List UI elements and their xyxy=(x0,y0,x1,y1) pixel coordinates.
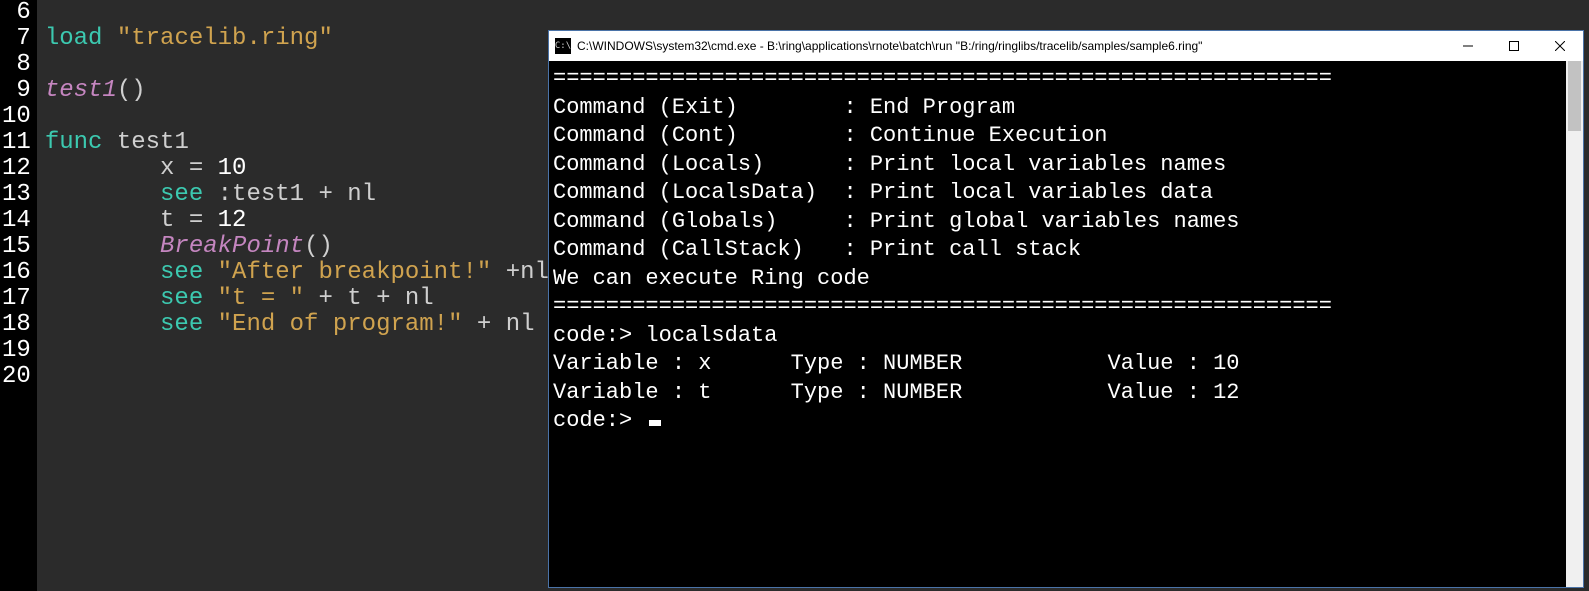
line-number: 9 xyxy=(2,78,31,104)
terminal-line: Command (LocalsData) : Print local varia… xyxy=(553,179,1566,208)
line-number: 14 xyxy=(2,208,31,234)
terminal-line: Command (Exit) : End Program xyxy=(553,94,1566,123)
line-number: 18 xyxy=(2,312,31,338)
terminal-line: Command (CallStack) : Print call stack xyxy=(553,236,1566,265)
terminal-line: Command (Globals) : Print global variabl… xyxy=(553,208,1566,237)
line-number: 13 xyxy=(2,182,31,208)
terminal-line: We can execute Ring code xyxy=(553,265,1566,294)
terminal-cursor xyxy=(649,420,661,426)
terminal-line: Command (Locals) : Print local variables… xyxy=(553,151,1566,180)
line-number: 10 xyxy=(2,104,31,130)
line-number: 17 xyxy=(2,286,31,312)
terminal-line: Command (Cont) : Continue Execution xyxy=(553,122,1566,151)
line-number: 20 xyxy=(2,364,31,390)
terminal-line: code:> localsdata xyxy=(553,322,1566,351)
minimize-button[interactable] xyxy=(1445,31,1491,61)
line-number: 6 xyxy=(2,0,31,26)
terminal-title: C:\WINDOWS\system32\cmd.exe - B:\ring\ap… xyxy=(577,39,1202,53)
line-number: 12 xyxy=(2,156,31,182)
line-number: 11 xyxy=(2,130,31,156)
terminal-window: C:\ C:\WINDOWS\system32\cmd.exe - B:\rin… xyxy=(548,30,1584,588)
line-number: 8 xyxy=(2,52,31,78)
terminal-line: ========================================… xyxy=(553,293,1566,322)
terminal-line: Variable : t Type : NUMBER Value : 12 xyxy=(553,379,1566,408)
close-button[interactable] xyxy=(1537,31,1583,61)
terminal-line: code:> xyxy=(553,407,1566,436)
terminal-output[interactable]: ========================================… xyxy=(549,61,1566,587)
line-number: 7 xyxy=(2,26,31,52)
code-line[interactable] xyxy=(45,0,1589,26)
line-number: 19 xyxy=(2,338,31,364)
terminal-scrollbar-thumb[interactable] xyxy=(1568,61,1581,131)
terminal-scrollbar[interactable] xyxy=(1566,61,1583,587)
line-number: 15 xyxy=(2,234,31,260)
line-number-gutter: 67891011121314151617181920 xyxy=(0,0,37,591)
terminal-line: Variable : x Type : NUMBER Value : 10 xyxy=(553,350,1566,379)
terminal-titlebar[interactable]: C:\ C:\WINDOWS\system32\cmd.exe - B:\rin… xyxy=(549,31,1583,61)
terminal-line: ========================================… xyxy=(553,65,1566,94)
cmd-icon: C:\ xyxy=(555,38,571,54)
maximize-button[interactable] xyxy=(1491,31,1537,61)
line-number: 16 xyxy=(2,260,31,286)
